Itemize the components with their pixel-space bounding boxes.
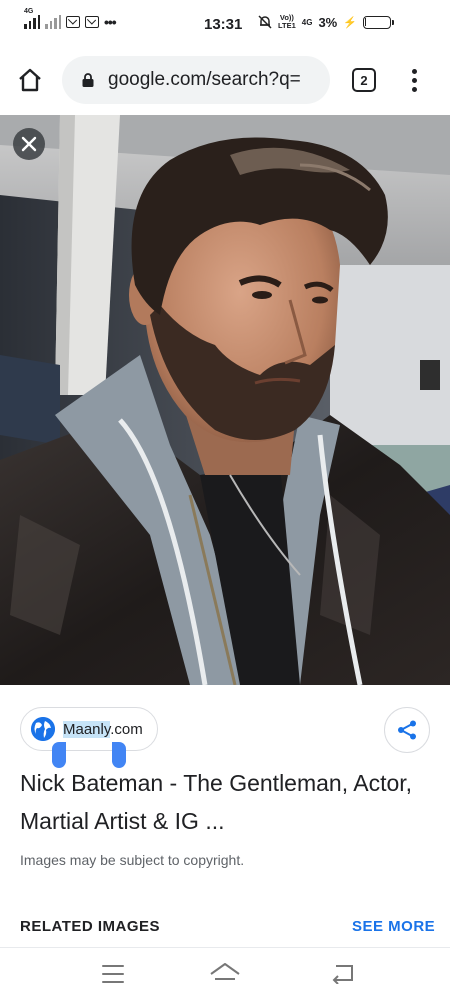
related-images-heading: RELATED IMAGES [20, 918, 161, 935]
mail-notification-icon [66, 16, 80, 28]
recents-icon-line [102, 973, 124, 975]
source-chip[interactable]: Maanly.com [20, 707, 158, 751]
charging-bolt-icon: ⚡ [343, 16, 357, 29]
status-time: 13:31 [204, 16, 243, 33]
recents-icon-line [102, 965, 124, 967]
nav-home-button[interactable] [209, 962, 241, 989]
recents-button[interactable] [102, 965, 124, 983]
copyright-notice: Images may be subject to copyright. [20, 852, 245, 868]
share-button[interactable] [384, 707, 430, 753]
see-more-link[interactable]: SEE MORE [352, 918, 435, 935]
close-icon [21, 136, 37, 152]
back-icon [332, 965, 353, 985]
browser-toolbar: google.com/search?q= 2 [0, 50, 450, 112]
tab-count: 2 [360, 72, 368, 88]
back-button[interactable] [330, 962, 356, 989]
signal-strength-icon: 4G [24, 8, 40, 29]
mute-bell-icon [258, 15, 272, 29]
volte-indicator: Vo)) LTE1 [278, 14, 296, 30]
battery-percent: 3% [318, 14, 338, 30]
signal-strength-secondary-icon [45, 15, 61, 29]
source-domain: Maanly.com [63, 720, 143, 738]
status-bar: 4G ••• 13:31 Vo)) LTE1 4G 3% ⚡ [0, 0, 450, 50]
globe-icon [31, 717, 55, 741]
home-button[interactable] [14, 64, 46, 96]
portrait-photo [0, 115, 450, 685]
tab-switcher-button[interactable]: 2 [352, 68, 376, 92]
network-label: 4G [24, 8, 34, 15]
battery-icon [362, 15, 394, 29]
overflow-menu-button[interactable] [404, 64, 424, 96]
menu-dot [411, 86, 417, 92]
status-icons-left: 4G ••• [24, 8, 117, 30]
source-domain-suffix: .com [110, 720, 143, 738]
url-text: google.com/search?q= [108, 69, 301, 90]
mail-notification-icon [85, 16, 99, 28]
system-nav-bar [0, 948, 450, 1000]
status-icons-right: Vo)) LTE1 4G 3% ⚡ [258, 14, 394, 30]
result-title[interactable]: Nick Bateman - The Gentleman, Actor, Mar… [20, 764, 430, 840]
more-notifications-icon: ••• [104, 14, 117, 30]
lock-icon [82, 73, 94, 87]
close-button[interactable] [13, 128, 45, 160]
home-icon [19, 68, 41, 92]
image-preview[interactable] [0, 115, 450, 685]
network-type-label: 4G [301, 17, 313, 27]
home-outline-icon [210, 963, 240, 980]
address-bar[interactable]: google.com/search?q= [62, 56, 330, 104]
recents-icon-line [102, 981, 124, 983]
selected-text: Maanly [63, 720, 111, 738]
menu-dot [411, 77, 417, 83]
volte-bottom-label: LTE1 [278, 21, 296, 30]
share-icon [398, 720, 416, 740]
menu-dot [411, 68, 417, 74]
